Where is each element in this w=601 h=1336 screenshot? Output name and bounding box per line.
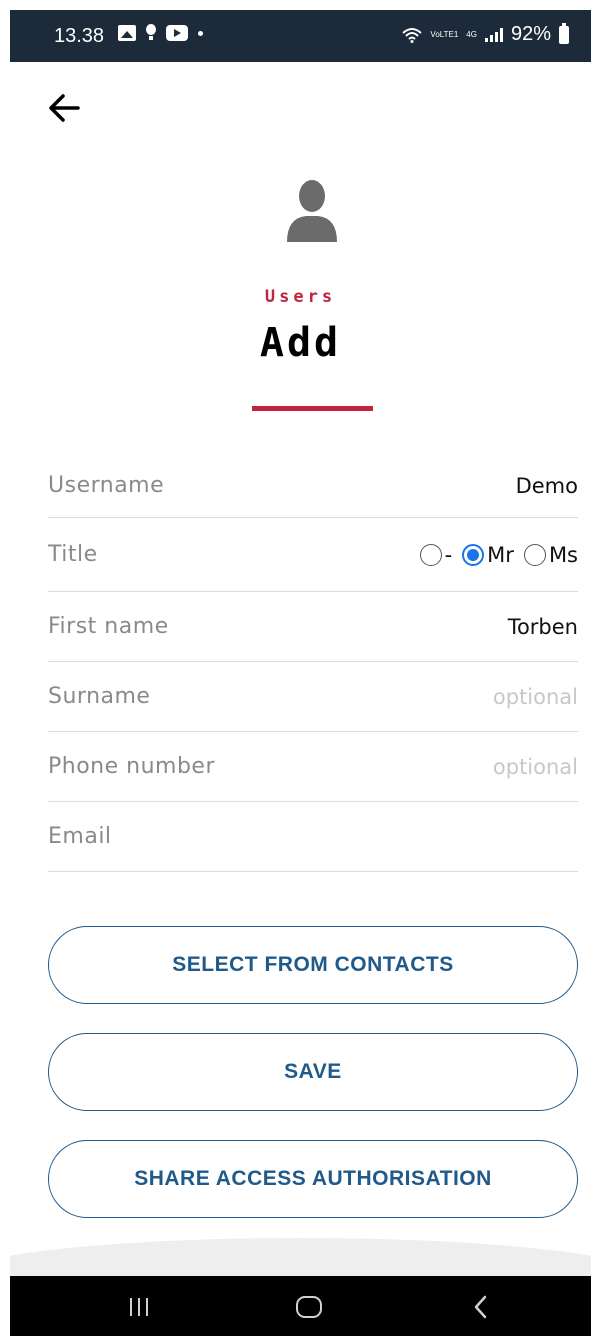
select-from-contacts-button[interactable]: SELECT FROM CONTACTS: [48, 926, 578, 1004]
username-field[interactable]: Demo: [516, 474, 578, 498]
radio-none-label: -: [444, 542, 453, 567]
status-time: 13.38: [54, 25, 105, 47]
title-option-mr[interactable]: Mr: [462, 543, 514, 567]
user-form: Username Demo Title - Mr Ms First name T…: [48, 454, 578, 872]
youtube-icon: [166, 25, 188, 41]
email-label: Email: [48, 824, 112, 849]
notification-icons: [118, 24, 203, 42]
title-label: Title: [48, 542, 98, 567]
battery-percentage: 92%: [510, 23, 551, 45]
first-name-field[interactable]: Torben: [508, 615, 578, 639]
surname-label: Surname: [48, 684, 151, 709]
app-screen: 13.38 VoLTE1 4G 92% Users Add Username D…: [10, 10, 591, 1336]
user-avatar-icon: [287, 180, 337, 242]
phone-field[interactable]: optional: [493, 755, 578, 779]
phone-label: Phone number: [48, 754, 216, 779]
title-radio-group: - Mr Ms: [419, 542, 578, 567]
volte-indicator: VoLTE1: [430, 29, 459, 39]
more-notifications-dot-icon: [198, 30, 203, 36]
email-row[interactable]: Email: [48, 802, 578, 872]
home-icon[interactable]: [296, 1296, 322, 1318]
save-button[interactable]: SAVE: [48, 1033, 578, 1111]
section-label: Users: [264, 287, 337, 307]
username-row[interactable]: Username Demo: [48, 454, 578, 518]
recents-icon[interactable]: [130, 1298, 148, 1316]
title-underline: [252, 406, 373, 411]
status-bar: 13.38 VoLTE1 4G 92%: [10, 10, 591, 62]
network-type-indicator: 4G: [466, 30, 477, 39]
radio-mr[interactable]: [462, 543, 485, 566]
gallery-icon: [118, 25, 136, 41]
surname-row[interactable]: Surname optional: [48, 662, 578, 732]
username-label: Username: [48, 473, 165, 498]
first-name-label: First name: [48, 614, 169, 639]
title-option-none[interactable]: -: [419, 542, 453, 567]
signal-icon: [484, 27, 503, 42]
radio-mr-label: Mr: [487, 542, 514, 567]
page-title: Add: [259, 320, 342, 366]
system-icons: VoLTE1 4G 92%: [402, 22, 569, 46]
arrow-left-icon: [49, 94, 80, 122]
radio-none[interactable]: [419, 543, 442, 566]
share-access-button[interactable]: SHARE ACCESS AUTHORISATION: [48, 1140, 578, 1218]
radio-ms[interactable]: [523, 543, 546, 566]
system-nav-bar: [10, 1276, 591, 1336]
first-name-row[interactable]: First name Torben: [48, 592, 578, 662]
title-row: Title - Mr Ms: [48, 518, 578, 592]
title-option-ms[interactable]: Ms: [523, 542, 578, 567]
back-button[interactable]: [46, 90, 82, 126]
surname-field[interactable]: optional: [493, 685, 578, 709]
bulb-icon: [146, 24, 156, 42]
phone-row[interactable]: Phone number optional: [48, 732, 578, 802]
battery-icon: [559, 22, 569, 44]
nav-back-icon[interactable]: [472, 1294, 488, 1320]
wifi-icon: [402, 27, 423, 43]
radio-ms-label: Ms: [548, 542, 578, 567]
